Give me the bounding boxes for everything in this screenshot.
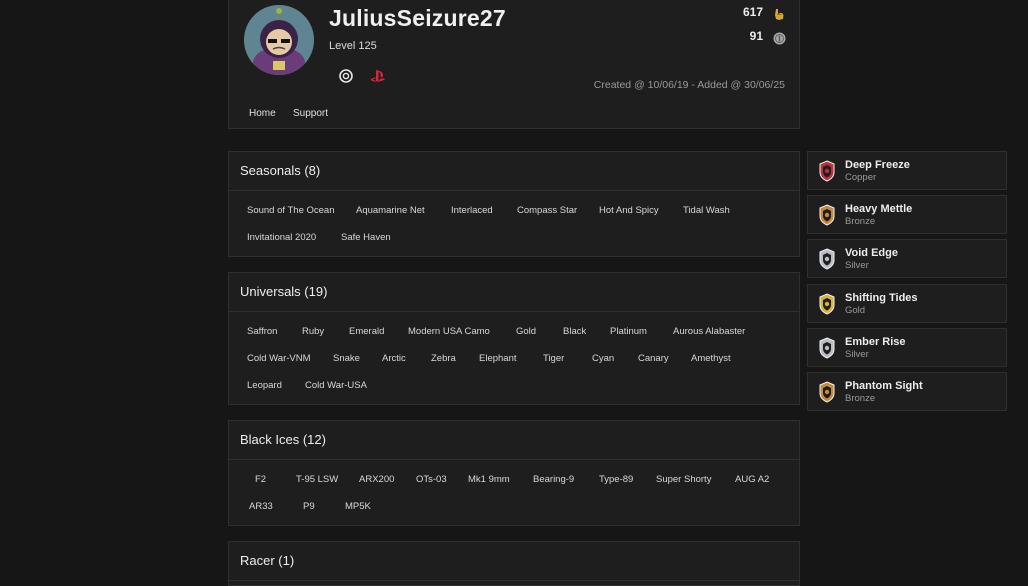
skin-tag[interactable]: Bearing-9 (533, 474, 574, 485)
skin-tag[interactable]: Black (563, 326, 586, 337)
skin-tag[interactable]: Leopard (247, 380, 282, 391)
section-header: Black Ices (12) (229, 421, 799, 460)
skin-tag[interactable]: Ruby (302, 326, 324, 337)
skin-tag[interactable]: Tidal Wash (683, 205, 730, 216)
rank-name: Ember Rise (845, 336, 906, 348)
section-title: Seasonals (8) (240, 163, 321, 178)
nav-home-link[interactable]: Home (249, 108, 276, 119)
section-header: Seasonals (8) (229, 152, 799, 191)
section-title: Black Ices (12) (240, 432, 326, 447)
rank-name: Shifting Tides (845, 292, 918, 304)
skin-tag[interactable]: Invitational 2020 (247, 232, 316, 243)
rank-name: Void Edge (845, 247, 898, 259)
rank-name: Phantom Sight (845, 380, 923, 392)
rank-name: Heavy Mettle (845, 203, 913, 215)
skin-tag[interactable]: Emerald (349, 326, 384, 337)
rank-tier: Copper (845, 172, 877, 183)
skin-tag[interactable]: Mk1 9mm (468, 474, 510, 485)
skin-tag[interactable]: Cyan (592, 353, 614, 364)
skin-tag[interactable]: OTs-03 (416, 474, 447, 485)
section-title: Racer (1) (240, 553, 295, 568)
rank-card[interactable]: Ember Rise Silver (807, 328, 1007, 367)
rank-badge-icon (819, 248, 835, 270)
skin-tag[interactable]: Compass Star (517, 205, 577, 216)
skin-tag[interactable]: ARX200 (359, 474, 394, 485)
trophy-hand-icon (772, 7, 786, 21)
skin-tag[interactable]: Aurous Alabaster (673, 326, 745, 337)
stat-secondary-value: 91 (749, 29, 763, 43)
avatar (244, 5, 314, 75)
rank-card[interactable]: Phantom Sight Bronze (807, 372, 1007, 411)
skin-tag[interactable]: MP5K (345, 501, 371, 512)
section-header: Racer (1) (229, 542, 799, 581)
skin-tag[interactable]: Snake (333, 353, 360, 364)
rank-badge-icon (819, 160, 835, 182)
rank-tier: Silver (845, 260, 869, 271)
skin-tag[interactable]: Type-89 (599, 474, 633, 485)
rank-tier: Silver (845, 349, 869, 360)
username: JuliusSeizure27 (329, 5, 506, 31)
skin-tag[interactable]: Amethyst (691, 353, 731, 364)
skin-tag[interactable]: Safe Haven (341, 232, 391, 243)
rank-card[interactable]: Void Edge Silver (807, 239, 1007, 278)
created-date: Created @ 10/06/19 - Added @ 30/06/25 (593, 79, 785, 91)
ubisoft-icon[interactable] (338, 68, 354, 84)
rank-badge-icon (819, 381, 835, 403)
skin-tag[interactable]: AR33 (249, 501, 273, 512)
rank-tier: Bronze (845, 216, 876, 227)
skin-tag[interactable]: Aquamarine Net (356, 205, 425, 216)
skin-tag[interactable]: Cold War-USA (305, 380, 367, 391)
skin-tag[interactable]: T-95 LSW (296, 474, 338, 485)
skin-tag[interactable]: Tiger (543, 353, 564, 364)
rank-badge-icon (819, 293, 835, 315)
rank-badge-icon (819, 204, 835, 226)
universals-section: Universals (19) Saffron Ruby Emerald Mod… (228, 272, 800, 405)
skin-tag[interactable]: Arctic (382, 353, 406, 364)
black-ices-section: Black Ices (12) F2 T-95 LSW ARX200 OTs-0… (228, 420, 800, 526)
playstation-icon[interactable] (370, 68, 386, 84)
skin-tag[interactable]: Super Shorty (656, 474, 711, 485)
skin-tag[interactable]: Cold War-VNM (247, 353, 311, 364)
section-title: Universals (19) (240, 284, 328, 299)
skin-tag[interactable]: Saffron (247, 326, 277, 337)
skin-tag[interactable]: Canary (638, 353, 669, 364)
skin-tag[interactable]: AUG A2 (735, 474, 769, 485)
rank-card[interactable]: Shifting Tides Gold (807, 284, 1007, 323)
skin-tag[interactable]: Sound of The Ocean (247, 205, 335, 216)
skin-tag[interactable]: Elephant (479, 353, 517, 364)
nav-support-link[interactable]: Support (293, 108, 328, 119)
skin-tag[interactable]: Hot And Spicy (599, 205, 659, 216)
seasonals-section: Seasonals (8) Sound of The Ocean Aquamar… (228, 151, 800, 257)
skin-tag[interactable]: Modern USA Camo (408, 326, 490, 337)
stat-primary-value: 617 (742, 5, 763, 19)
skin-tag[interactable]: Interlaced (451, 205, 493, 216)
coin-icon (772, 31, 786, 45)
rank-tier: Bronze (845, 393, 876, 404)
skin-tag[interactable]: Zebra (431, 353, 456, 364)
rank-card[interactable]: Heavy Mettle Bronze (807, 195, 1007, 234)
rank-badge-icon (819, 337, 835, 359)
skin-tag[interactable]: Gold (516, 326, 536, 337)
skin-tag[interactable]: P9 (303, 501, 315, 512)
skin-tag[interactable]: F2 (255, 474, 266, 485)
racer-section: Racer (1) (228, 541, 800, 586)
rank-tier: Gold (845, 305, 866, 316)
profile-header: JuliusSeizure27 Level 125 617 91 Created… (228, 0, 800, 129)
rank-card[interactable]: Deep Freeze Copper (807, 151, 1007, 190)
rank-name: Deep Freeze (845, 159, 910, 171)
skin-tag[interactable]: Platinum (610, 326, 647, 337)
section-header: Universals (19) (229, 273, 799, 312)
player-level: Level 125 (329, 40, 377, 52)
